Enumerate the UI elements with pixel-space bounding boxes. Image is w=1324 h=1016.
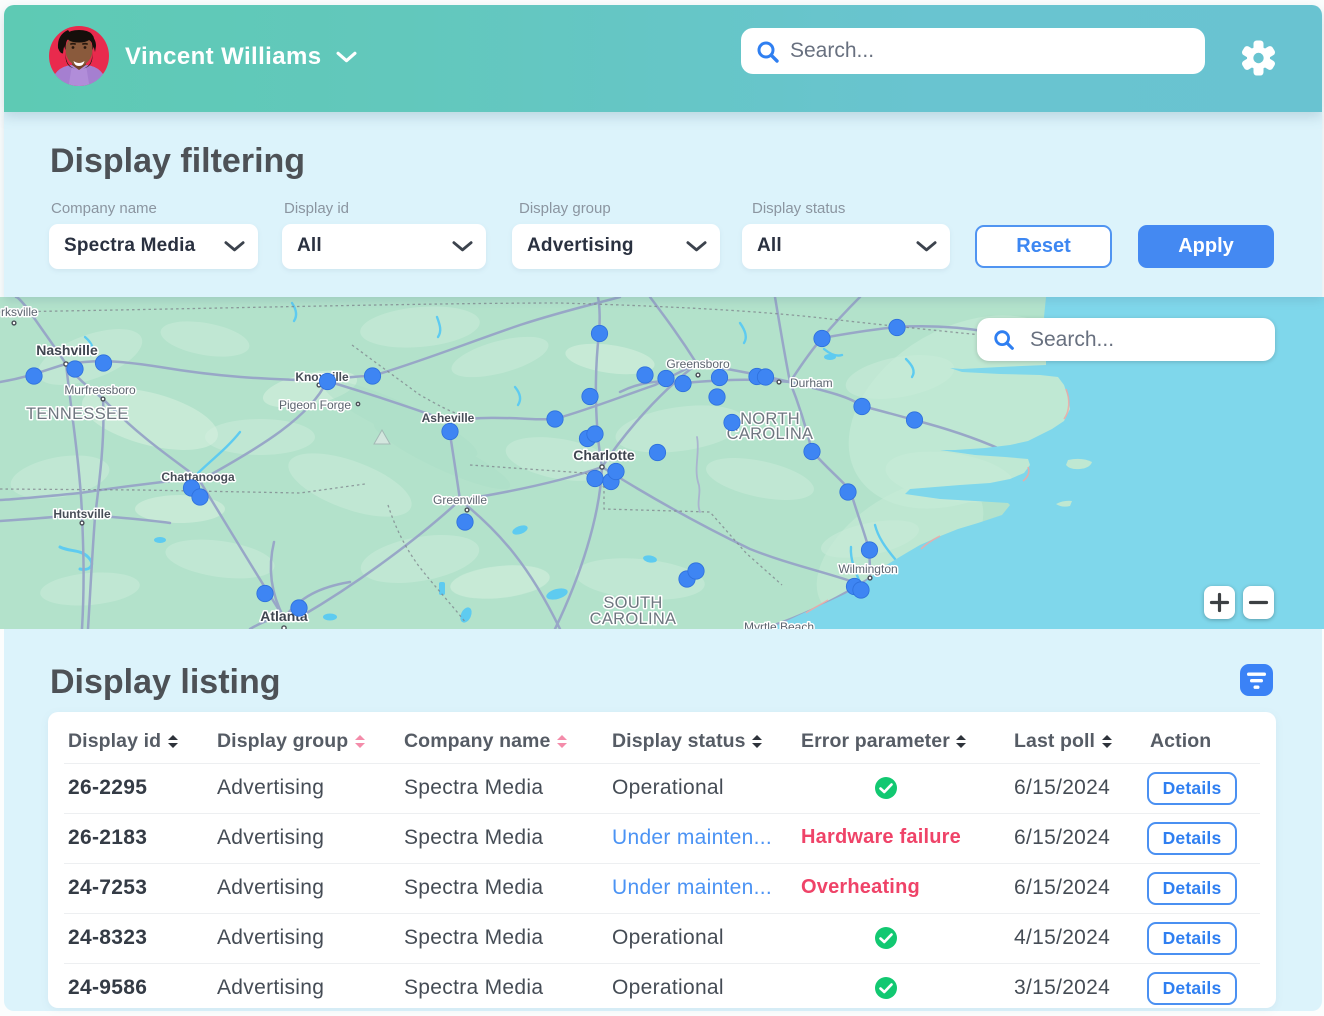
svg-text:CAROLINA: CAROLINA	[590, 610, 677, 628]
svg-text:Durham: Durham	[790, 376, 833, 390]
svg-text:rksville: rksville	[1, 305, 38, 319]
svg-text:Greensboro: Greensboro	[666, 357, 730, 371]
svg-text:Huntsville: Huntsville	[53, 507, 111, 521]
svg-text:Pigeon Forge: Pigeon Forge	[279, 398, 351, 412]
svg-text:Murfreesboro: Murfreesboro	[64, 383, 136, 397]
svg-text:Myrtle Beach: Myrtle Beach	[744, 620, 814, 629]
svg-text:Chattanooga: Chattanooga	[161, 470, 235, 484]
svg-text:TENNESSEE: TENNESSEE	[26, 405, 129, 423]
svg-text:Asheville: Asheville	[422, 411, 475, 425]
svg-text:Wilmington: Wilmington	[838, 562, 897, 576]
svg-text:Charlotte: Charlotte	[573, 447, 635, 463]
svg-text:Greenville: Greenville	[433, 493, 487, 507]
svg-text:CAROLINA: CAROLINA	[727, 425, 814, 443]
svg-text:Nashville: Nashville	[36, 342, 98, 358]
